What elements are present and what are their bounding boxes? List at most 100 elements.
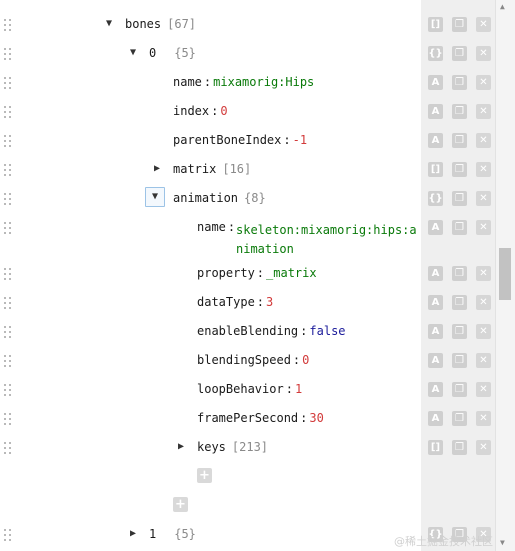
drag-handle[interactable]	[4, 384, 13, 396]
duplicate-icon[interactable]: ❐	[452, 295, 467, 310]
type-auto-button[interactable]: A	[428, 220, 443, 235]
drag-handle[interactable]	[4, 326, 13, 338]
collapse-toggle[interactable]: ▼	[102, 17, 116, 31]
remove-icon[interactable]: ✕	[476, 46, 491, 61]
remove-icon[interactable]: ✕	[476, 266, 491, 281]
drag-handle[interactable]	[4, 77, 13, 89]
remove-icon[interactable]: ✕	[476, 411, 491, 426]
expand-toggle[interactable]: ▶	[126, 527, 140, 541]
type-auto-button[interactable]: A	[428, 104, 443, 119]
field-value[interactable]: 30	[309, 411, 323, 425]
duplicate-icon[interactable]: ❐	[452, 266, 467, 281]
remove-icon[interactable]: ✕	[476, 324, 491, 339]
expand-toggle[interactable]: ▶	[150, 162, 164, 176]
field-key[interactable]: index	[173, 104, 209, 118]
type-array-button[interactable]: []	[428, 162, 443, 177]
collapse-toggle[interactable]: ▼	[145, 187, 165, 207]
drag-handle[interactable]	[4, 297, 13, 309]
drag-handle[interactable]	[4, 222, 13, 234]
field-bones: bones [67]	[125, 17, 196, 31]
duplicate-icon[interactable]: ❐	[452, 46, 467, 61]
remove-icon[interactable]: ✕	[476, 295, 491, 310]
scrollbar-thumb[interactable]	[499, 248, 511, 300]
field-value[interactable]: skeleton:mixamorig:hips:animation	[236, 221, 420, 259]
drag-handle[interactable]	[4, 193, 13, 205]
collapse-toggle[interactable]: ▼	[126, 46, 140, 60]
duplicate-icon[interactable]: ❐	[452, 220, 467, 235]
remove-icon[interactable]: ✕	[476, 104, 491, 119]
duplicate-icon[interactable]: ❐	[452, 353, 467, 368]
remove-icon[interactable]: ✕	[476, 353, 491, 368]
drag-handle[interactable]	[4, 413, 13, 425]
field-key[interactable]: enableBlending	[197, 324, 298, 338]
duplicate-icon[interactable]: ❐	[452, 104, 467, 119]
remove-icon[interactable]: ✕	[476, 75, 491, 90]
duplicate-icon[interactable]: ❐	[452, 75, 467, 90]
duplicate-icon[interactable]: ❐	[452, 133, 467, 148]
duplicate-icon[interactable]: ❐	[452, 191, 467, 206]
type-auto-button[interactable]: A	[428, 324, 443, 339]
remove-icon[interactable]: ✕	[476, 191, 491, 206]
field-value[interactable]: mixamorig:Hips	[213, 75, 314, 89]
type-auto-button[interactable]: A	[428, 411, 443, 426]
field-key[interactable]: keys	[197, 440, 226, 454]
field-value[interactable]: false	[309, 324, 345, 338]
remove-icon[interactable]: ✕	[476, 382, 491, 397]
scroll-down-icon[interactable]: ▼	[500, 538, 505, 547]
field-key[interactable]: animation	[173, 191, 238, 205]
type-auto-button[interactable]: A	[428, 353, 443, 368]
expand-toggle[interactable]: ▶	[174, 440, 188, 454]
field-key[interactable]: blendingSpeed	[197, 353, 291, 367]
field-value[interactable]: -1	[293, 133, 307, 147]
field-value[interactable]: _matrix	[266, 266, 317, 280]
duplicate-icon[interactable]: ❐	[452, 411, 467, 426]
remove-icon[interactable]: ✕	[476, 162, 491, 177]
field-key[interactable]: parentBoneIndex	[173, 133, 281, 147]
drag-handle[interactable]	[4, 529, 13, 541]
type-object-button[interactable]: {}	[428, 46, 443, 61]
tree-row-name: name: mixamorig:Hips A ❐ ✕	[0, 72, 495, 94]
vertical-scrollbar[interactable]: ▲ ▼	[495, 0, 515, 551]
type-auto-button[interactable]: A	[428, 133, 443, 148]
drag-handle[interactable]	[4, 48, 13, 60]
duplicate-icon[interactable]: ❐	[452, 162, 467, 177]
field-key[interactable]: dataType	[197, 295, 255, 309]
drag-handle[interactable]	[4, 164, 13, 176]
scroll-up-icon[interactable]: ▲	[500, 2, 505, 11]
field-value[interactable]: 0	[302, 353, 309, 367]
field-value[interactable]: 0	[220, 104, 227, 118]
type-object-button[interactable]: {}	[428, 191, 443, 206]
type-auto-button[interactable]: A	[428, 266, 443, 281]
field-value[interactable]: 3	[266, 295, 273, 309]
drag-handle[interactable]	[4, 19, 13, 31]
drag-handle[interactable]	[4, 442, 13, 454]
drag-handle[interactable]	[4, 268, 13, 280]
add-field-icon[interactable]: +	[197, 468, 212, 483]
remove-icon[interactable]: ✕	[476, 133, 491, 148]
duplicate-icon[interactable]: ❐	[452, 440, 467, 455]
field-key[interactable]: bones	[125, 17, 161, 31]
remove-icon[interactable]: ✕	[476, 440, 491, 455]
duplicate-icon[interactable]: ❐	[452, 324, 467, 339]
type-array-button[interactable]: []	[428, 440, 443, 455]
field-key[interactable]: matrix	[173, 162, 216, 176]
field-key[interactable]: property	[197, 266, 255, 280]
field-key[interactable]: loopBehavior	[197, 382, 284, 396]
drag-handle[interactable]	[4, 355, 13, 367]
drag-handle[interactable]	[4, 106, 13, 118]
drag-handle[interactable]	[4, 135, 13, 147]
remove-icon[interactable]: ✕	[476, 220, 491, 235]
type-auto-button[interactable]: A	[428, 382, 443, 397]
duplicate-icon[interactable]: ❐	[452, 17, 467, 32]
field-value[interactable]: 1	[295, 382, 302, 396]
field-key[interactable]: name	[197, 220, 226, 234]
add-field-icon[interactable]: +	[173, 497, 188, 512]
duplicate-icon[interactable]: ❐	[452, 382, 467, 397]
field-key[interactable]: name	[173, 75, 202, 89]
tree-row-data-type: dataType:3 A ❐ ✕	[0, 292, 495, 314]
type-auto-button[interactable]: A	[428, 75, 443, 90]
type-array-button[interactable]: []	[428, 17, 443, 32]
remove-icon[interactable]: ✕	[476, 17, 491, 32]
field-key[interactable]: framePerSecond	[197, 411, 298, 425]
type-auto-button[interactable]: A	[428, 295, 443, 310]
